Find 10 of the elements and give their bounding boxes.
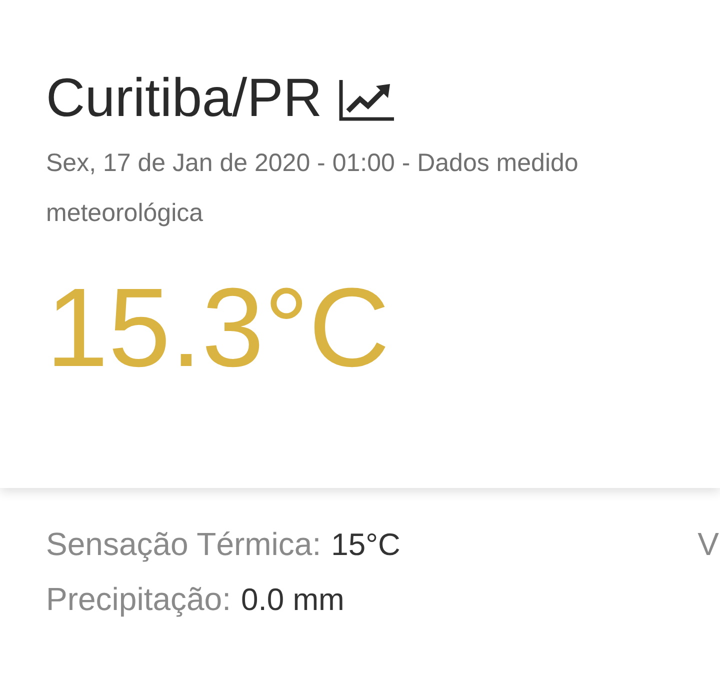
temperature-reading: 15.3°C bbox=[46, 268, 390, 388]
trending-chart-icon[interactable] bbox=[338, 78, 396, 122]
detail-label: V bbox=[698, 525, 720, 564]
city-title: Curitiba/PR bbox=[46, 67, 322, 130]
detail-value: 0.0 mm bbox=[240, 581, 344, 619]
subtitle-text: Sex, 17 de Jan de 2020 - 01:00 - Dados medido bbox=[46, 148, 580, 179]
detail-label: Precipitação: bbox=[46, 580, 231, 619]
subtitle-text: meteorológica bbox=[46, 198, 204, 229]
detail-label: Sensação Térmica: bbox=[46, 525, 322, 564]
detail-value: 15°C bbox=[331, 526, 400, 564]
